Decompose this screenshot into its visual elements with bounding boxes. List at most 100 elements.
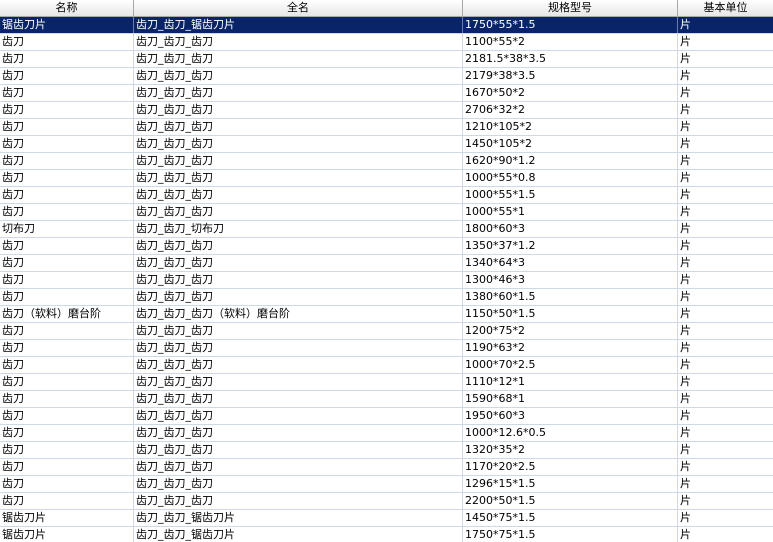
cell-unit[interactable]: 片	[678, 119, 773, 135]
table-row[interactable]: 齿刀 齿刀_齿刀_齿刀 1000*55*1.5 片	[0, 187, 773, 204]
table-row[interactable]: 齿刀 齿刀_齿刀_齿刀 1100*55*2 片	[0, 34, 773, 51]
cell-spec[interactable]: 1590*68*1	[463, 391, 678, 407]
table-row[interactable]: 齿刀 齿刀_齿刀_齿刀 2706*32*2 片	[0, 102, 773, 119]
cell-spec[interactable]: 1800*60*3	[463, 221, 678, 237]
table-row[interactable]: 齿刀 齿刀_齿刀_齿刀 2179*38*3.5 片	[0, 68, 773, 85]
cell-name[interactable]: 齿刀	[0, 119, 134, 135]
table-row[interactable]: 齿刀 齿刀_齿刀_齿刀 1170*20*2.5 片	[0, 459, 773, 476]
cell-unit[interactable]: 片	[678, 374, 773, 390]
cell-spec[interactable]: 1150*50*1.5	[463, 306, 678, 322]
cell-spec[interactable]: 1620*90*1.2	[463, 153, 678, 169]
cell-name[interactable]: 齿刀	[0, 68, 134, 84]
cell-full-name[interactable]: 齿刀_齿刀_齿刀	[134, 68, 463, 84]
table-row[interactable]: 齿刀 齿刀_齿刀_齿刀 1670*50*2 片	[0, 85, 773, 102]
table-row[interactable]: 齿刀 齿刀_齿刀_齿刀 1320*35*2 片	[0, 442, 773, 459]
cell-spec[interactable]: 1000*55*0.8	[463, 170, 678, 186]
cell-full-name[interactable]: 齿刀_齿刀_齿刀	[134, 136, 463, 152]
cell-spec[interactable]: 1380*60*1.5	[463, 289, 678, 305]
cell-spec[interactable]: 1750*55*1.5	[463, 17, 678, 33]
table-row[interactable]: 切布刀 齿刀_齿刀_切布刀 1800*60*3 片	[0, 221, 773, 238]
table-row[interactable]: 齿刀 齿刀_齿刀_齿刀 1000*55*0.8 片	[0, 170, 773, 187]
cell-name[interactable]: 齿刀	[0, 34, 134, 50]
cell-name[interactable]: 齿刀	[0, 408, 134, 424]
cell-name[interactable]: 锯齿刀片	[0, 527, 134, 542]
cell-name[interactable]: 齿刀	[0, 136, 134, 152]
cell-full-name[interactable]: 齿刀_齿刀_齿刀	[134, 170, 463, 186]
cell-spec[interactable]: 1110*12*1	[463, 374, 678, 390]
cell-unit[interactable]: 片	[678, 51, 773, 67]
cell-unit[interactable]: 片	[678, 289, 773, 305]
table-row[interactable]: 齿刀 齿刀_齿刀_齿刀 1000*70*2.5 片	[0, 357, 773, 374]
cell-spec[interactable]: 1670*50*2	[463, 85, 678, 101]
cell-spec[interactable]: 1320*35*2	[463, 442, 678, 458]
cell-unit[interactable]: 片	[678, 357, 773, 373]
cell-name[interactable]: 齿刀	[0, 493, 134, 509]
cell-name[interactable]: 齿刀	[0, 357, 134, 373]
cell-unit[interactable]: 片	[678, 136, 773, 152]
cell-name[interactable]: 齿刀	[0, 238, 134, 254]
cell-name[interactable]: 齿刀	[0, 85, 134, 101]
cell-full-name[interactable]: 齿刀_齿刀_齿刀（软料）磨台阶	[134, 306, 463, 322]
cell-unit[interactable]: 片	[678, 391, 773, 407]
cell-full-name[interactable]: 齿刀_齿刀_齿刀	[134, 272, 463, 288]
cell-unit[interactable]: 片	[678, 340, 773, 356]
cell-full-name[interactable]: 齿刀_齿刀_齿刀	[134, 374, 463, 390]
cell-full-name[interactable]: 齿刀_齿刀_齿刀	[134, 323, 463, 339]
cell-full-name[interactable]: 齿刀_齿刀_齿刀	[134, 408, 463, 424]
cell-full-name[interactable]: 齿刀_齿刀_齿刀	[134, 459, 463, 475]
cell-unit[interactable]: 片	[678, 408, 773, 424]
cell-spec[interactable]: 1000*12.6*0.5	[463, 425, 678, 441]
cell-full-name[interactable]: 齿刀_齿刀_切布刀	[134, 221, 463, 237]
table-row[interactable]: 齿刀 齿刀_齿刀_齿刀 1350*37*1.2 片	[0, 238, 773, 255]
cell-full-name[interactable]: 齿刀_齿刀_齿刀	[134, 255, 463, 271]
cell-unit[interactable]: 片	[678, 442, 773, 458]
cell-full-name[interactable]: 齿刀_齿刀_齿刀	[134, 153, 463, 169]
cell-full-name[interactable]: 齿刀_齿刀_齿刀	[134, 493, 463, 509]
cell-unit[interactable]: 片	[678, 238, 773, 254]
table-row[interactable]: 锯齿刀片 齿刀_齿刀_锯齿刀片 1750*75*1.5 片	[0, 527, 773, 542]
cell-unit[interactable]: 片	[678, 255, 773, 271]
cell-spec[interactable]: 1450*105*2	[463, 136, 678, 152]
cell-name[interactable]: 齿刀（软料）磨台阶	[0, 306, 134, 322]
cell-spec[interactable]: 1100*55*2	[463, 34, 678, 50]
cell-spec[interactable]: 1200*75*2	[463, 323, 678, 339]
column-header-full-name[interactable]: 全名	[134, 0, 463, 16]
cell-unit[interactable]: 片	[678, 34, 773, 50]
table-row[interactable]: 齿刀 齿刀_齿刀_齿刀 1000*12.6*0.5 片	[0, 425, 773, 442]
cell-spec[interactable]: 1350*37*1.2	[463, 238, 678, 254]
cell-spec[interactable]: 1340*64*3	[463, 255, 678, 271]
cell-full-name[interactable]: 齿刀_齿刀_锯齿刀片	[134, 510, 463, 526]
cell-full-name[interactable]: 齿刀_齿刀_齿刀	[134, 102, 463, 118]
cell-name[interactable]: 齿刀	[0, 255, 134, 271]
table-row[interactable]: 齿刀 齿刀_齿刀_齿刀 1950*60*3 片	[0, 408, 773, 425]
cell-name[interactable]: 齿刀	[0, 391, 134, 407]
cell-name[interactable]: 齿刀	[0, 153, 134, 169]
cell-spec[interactable]: 1750*75*1.5	[463, 527, 678, 542]
table-row[interactable]: 锯齿刀片 齿刀_齿刀_锯齿刀片 1450*75*1.5 片	[0, 510, 773, 527]
table-row[interactable]: 齿刀 齿刀_齿刀_齿刀 1190*63*2 片	[0, 340, 773, 357]
cell-unit[interactable]: 片	[678, 493, 773, 509]
cell-spec[interactable]: 1950*60*3	[463, 408, 678, 424]
column-header-spec[interactable]: 规格型号	[463, 0, 678, 16]
cell-unit[interactable]: 片	[678, 510, 773, 526]
table-row[interactable]: 齿刀（软料）磨台阶 齿刀_齿刀_齿刀（软料）磨台阶 1150*50*1.5 片	[0, 306, 773, 323]
table-row[interactable]: 齿刀 齿刀_齿刀_齿刀 1210*105*2 片	[0, 119, 773, 136]
cell-full-name[interactable]: 齿刀_齿刀_齿刀	[134, 391, 463, 407]
cell-spec[interactable]: 1296*15*1.5	[463, 476, 678, 492]
cell-unit[interactable]: 片	[678, 17, 773, 33]
cell-name[interactable]: 齿刀	[0, 323, 134, 339]
cell-spec[interactable]: 1170*20*2.5	[463, 459, 678, 475]
table-row[interactable]: 齿刀 齿刀_齿刀_齿刀 1380*60*1.5 片	[0, 289, 773, 306]
cell-name[interactable]: 齿刀	[0, 476, 134, 492]
cell-spec[interactable]: 1450*75*1.5	[463, 510, 678, 526]
cell-unit[interactable]: 片	[678, 102, 773, 118]
cell-spec[interactable]: 1210*105*2	[463, 119, 678, 135]
table-row[interactable]: 齿刀 齿刀_齿刀_齿刀 1200*75*2 片	[0, 323, 773, 340]
cell-name[interactable]: 齿刀	[0, 170, 134, 186]
cell-name[interactable]: 齿刀	[0, 204, 134, 220]
cell-full-name[interactable]: 齿刀_齿刀_齿刀	[134, 289, 463, 305]
cell-spec[interactable]: 2200*50*1.5	[463, 493, 678, 509]
cell-name[interactable]: 齿刀	[0, 425, 134, 441]
cell-unit[interactable]: 片	[678, 425, 773, 441]
cell-unit[interactable]: 片	[678, 306, 773, 322]
